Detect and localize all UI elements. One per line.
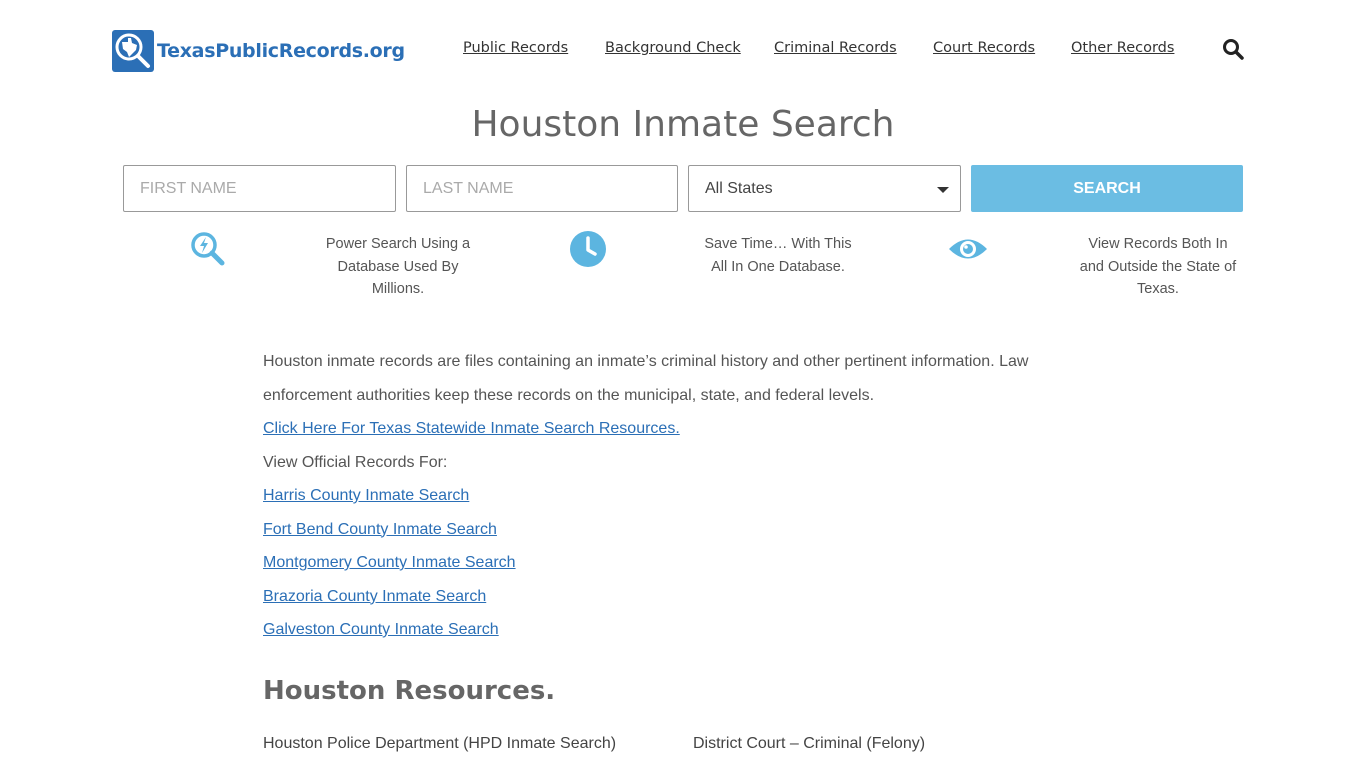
resource-item-hpd[interactable]: Houston Police Department (HPD Inmate Se… [263,735,616,753]
chevron-down-icon [937,187,949,193]
state-select-value: All States [705,179,773,197]
galveston-county-link[interactable]: Galveston County Inmate Search [263,613,1043,647]
nav-link-court-records[interactable]: Court Records [933,40,1035,56]
page-title: Houston Inmate Search [471,104,895,145]
statewide-inmate-search-link[interactable]: Click Here For Texas Statewide Inmate Se… [263,412,1043,446]
search-icon[interactable] [1222,38,1244,60]
feature-text-view-records: View Records Both In and Outside the Sta… [1079,236,1237,297]
feature-text-power-search: Power Search Using a Database Used By Mi… [325,236,471,297]
lightning-magnifier-icon [189,230,227,268]
brazoria-county-link[interactable]: Brazoria County Inmate Search [263,580,1043,614]
last-name-field [406,165,678,212]
site-logo[interactable]: TexasPublicRecords.org [112,29,405,72]
fort-bend-county-link[interactable]: Fort Bend County Inmate Search [263,513,1043,547]
logo-text: TexasPublicRecords.org [157,39,405,62]
nav-link-other-records[interactable]: Other Records [1071,40,1174,56]
harris-county-link[interactable]: Harris County Inmate Search [263,479,1043,513]
first-name-field [123,165,396,212]
search-button[interactable]: SEARCH [971,165,1243,212]
first-name-input[interactable] [124,166,395,211]
nav-link-criminal-records[interactable]: Criminal Records [774,40,897,56]
clock-icon [569,230,607,268]
resource-item-district-court[interactable]: District Court – Criminal (Felony) [693,735,925,753]
eye-icon [947,230,989,268]
view-official-records-label: View Official Records For: [263,453,448,471]
site-header: TexasPublicRecords.org Public Records Ba… [0,0,1366,100]
montgomery-county-link[interactable]: Montgomery County Inmate Search [263,546,1043,580]
nav-link-public-records[interactable]: Public Records [463,40,568,56]
intro-paragraph: Houston inmate records are files contain… [263,353,1029,404]
nav-link-background-check[interactable]: Background Check [605,40,741,56]
feature-text-save-time: Save Time… With This All In One Database… [704,236,852,275]
state-select[interactable]: All States [688,165,961,212]
texas-magnifier-logo-icon [112,29,154,72]
last-name-input[interactable] [407,166,677,211]
resources-heading: Houston Resources. [263,676,556,706]
main-content: Houston inmate records are files contain… [263,345,1043,647]
